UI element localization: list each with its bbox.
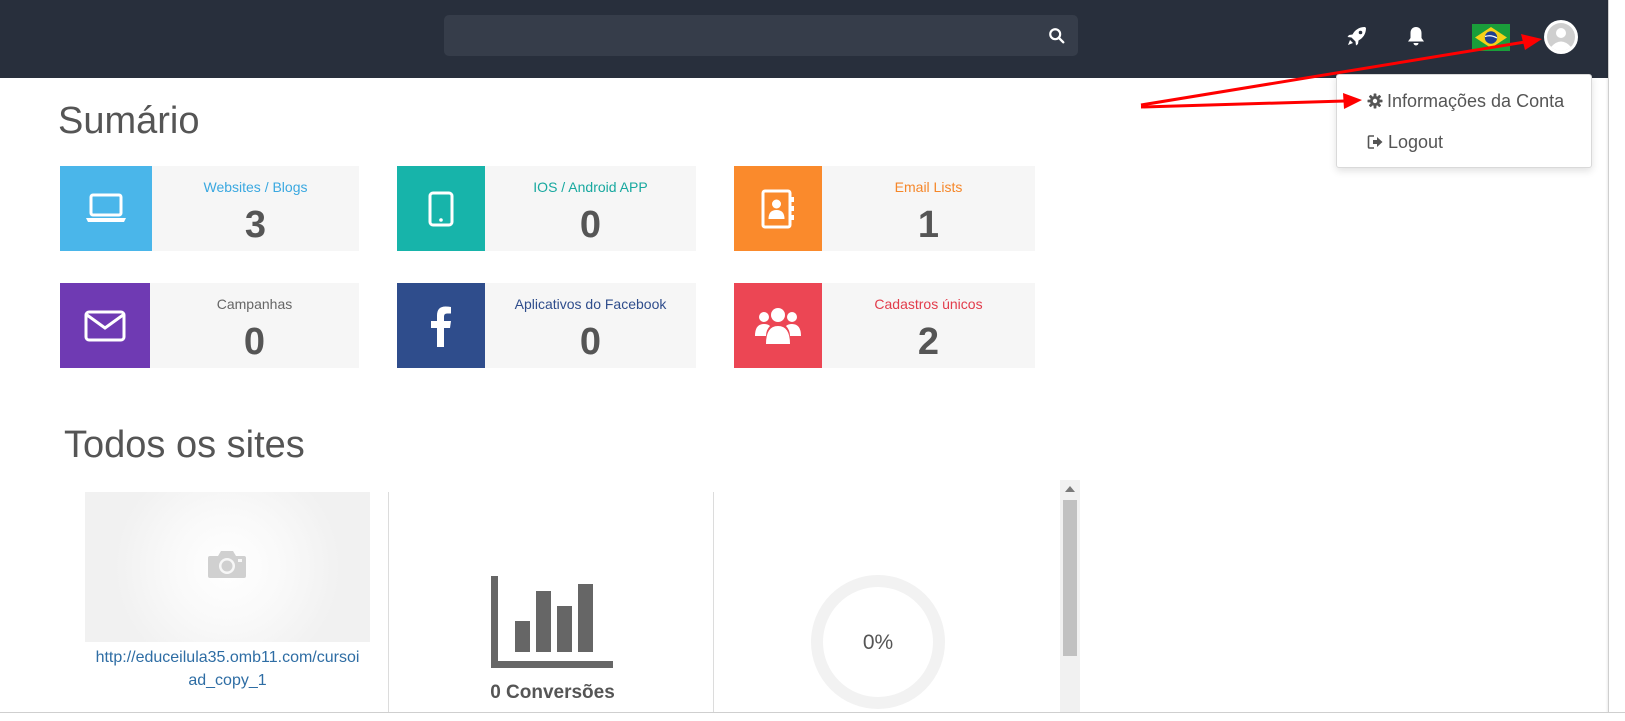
account-info-label: Informações da Conta	[1387, 90, 1565, 111]
mobile-app-card[interactable]: IOS / Android APP 0	[397, 166, 696, 251]
search-box[interactable]	[444, 15, 1078, 56]
card-value: 0	[579, 204, 602, 246]
websites-blogs-card[interactable]: Websites / Blogs 3	[60, 166, 359, 251]
camera-icon	[208, 551, 246, 578]
card-value: 1	[917, 204, 940, 246]
panel-divider	[713, 492, 714, 712]
scroll-up-arrow-icon	[1065, 486, 1075, 492]
window-frame-edge	[1608, 0, 1625, 720]
bar-chart-icon	[491, 576, 613, 668]
panel-divider	[388, 492, 389, 712]
site-thumbnail[interactable]	[85, 492, 370, 642]
logout-menu-item[interactable]: Logout	[1367, 129, 1443, 155]
conversion-rate-percent: 0%	[862, 631, 894, 654]
sign-out-icon	[1367, 135, 1383, 149]
facebook-icon	[431, 306, 451, 347]
user-avatar[interactable]	[1544, 20, 1578, 54]
card-icon-box	[734, 283, 822, 368]
card-label: IOS / Android APP	[533, 179, 648, 195]
campaigns-card[interactable]: Campanhas 0	[60, 283, 359, 368]
search-input[interactable]	[454, 21, 1038, 51]
tablet-icon	[428, 191, 454, 226]
card-icon-box	[734, 166, 822, 251]
laptop-icon	[86, 193, 126, 222]
search-icon[interactable]	[1048, 27, 1066, 45]
scrollbar-thumb[interactable]	[1063, 500, 1077, 656]
card-icon-box	[60, 166, 152, 251]
card-value: 0	[579, 321, 602, 363]
vertical-scrollbar[interactable]	[1060, 480, 1080, 712]
site-url-line-2: ad_copy_1	[188, 672, 267, 689]
account-dropdown: Informações da Conta Logout	[1336, 74, 1592, 168]
email-lists-card[interactable]: Email Lists 1	[734, 166, 1035, 251]
account-info-menu-item[interactable]: Informações da Conta	[1367, 88, 1564, 114]
card-icon-box	[397, 283, 485, 368]
scroll-up-button[interactable]	[1060, 480, 1080, 498]
bell-icon[interactable]	[1404, 24, 1428, 48]
summary-title: Sumário	[58, 100, 200, 142]
envelope-icon	[84, 310, 126, 341]
card-label: Websites / Blogs	[203, 179, 308, 195]
facebook-apps-card[interactable]: Aplicativos do Facebook 0	[397, 283, 696, 368]
site-url-link[interactable]: http://educeilula35.omb11.com/cursoi ad_…	[85, 646, 370, 692]
rocket-icon[interactable]	[1345, 24, 1369, 48]
brazil-flag-icon[interactable]	[1472, 24, 1510, 51]
gear-icon	[1367, 93, 1383, 109]
card-label: Email Lists	[894, 179, 963, 195]
card-value: 3	[244, 204, 267, 246]
users-icon	[755, 307, 801, 344]
card-label: Cadastros únicos	[874, 296, 983, 312]
card-icon-box	[397, 166, 485, 251]
card-value: 0	[243, 321, 266, 363]
logout-label: Logout	[1388, 131, 1444, 152]
card-label: Campanhas	[216, 296, 293, 312]
unique-signups-card[interactable]: Cadastros únicos 2	[734, 283, 1035, 368]
conversions-label: 0 Conversões	[490, 682, 615, 703]
card-label: Aplicativos do Facebook	[514, 296, 667, 312]
user-silhouette-icon	[1545, 21, 1577, 53]
card-value: 2	[917, 321, 940, 363]
card-icon-box	[60, 283, 150, 368]
all-sites-title: Todos os sites	[64, 424, 305, 466]
site-url-line-1: http://educeilula35.omb11.com/cursoi	[95, 649, 360, 666]
top-navbar	[0, 0, 1608, 78]
address-book-icon	[761, 189, 794, 228]
